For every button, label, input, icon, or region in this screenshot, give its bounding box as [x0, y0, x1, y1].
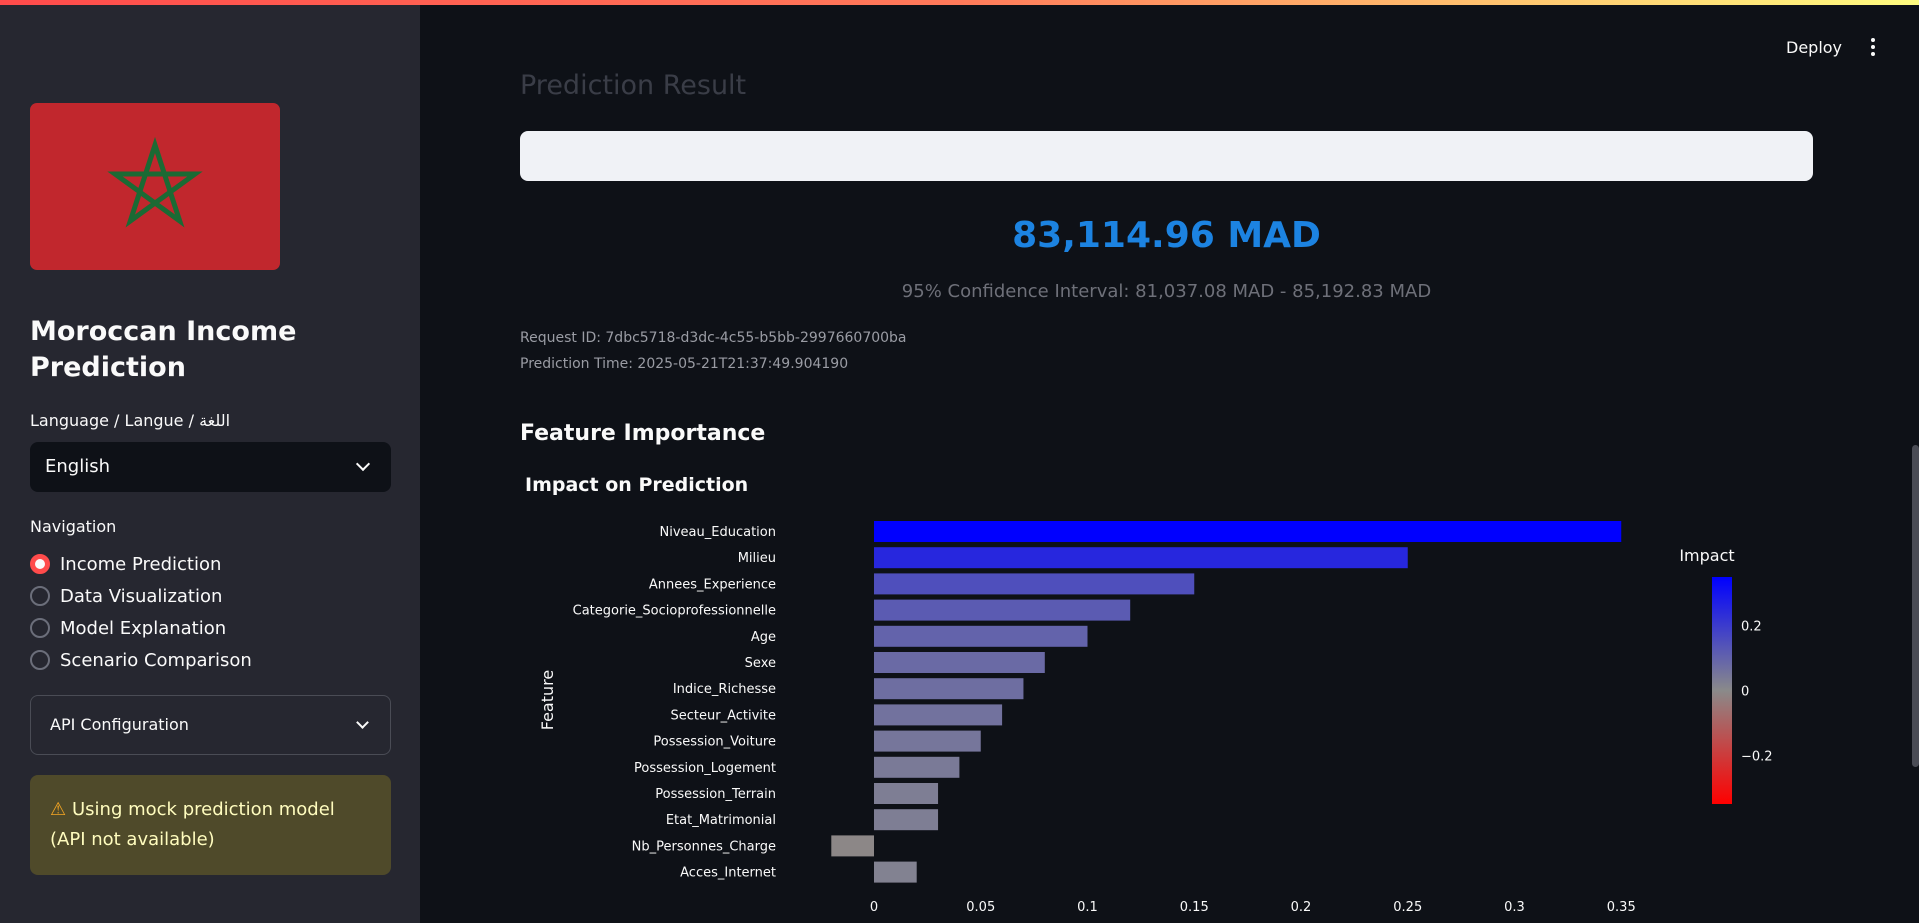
y-tick-label: Annees_Experience [649, 577, 776, 592]
radio-unselected-icon [30, 650, 50, 670]
nav-radio-label: Income Prediction [60, 553, 222, 575]
morocco-flag-image [30, 103, 280, 270]
y-tick-label: Possession_Logement [634, 761, 776, 776]
bar-milieu[interactable] [874, 547, 1408, 569]
y-tick-label: Age [751, 630, 776, 645]
bar-secteur-activite[interactable] [874, 704, 1003, 726]
navigation-label: Navigation [30, 517, 117, 536]
y-tick-label: Milieu [738, 551, 776, 566]
app-title: Moroccan Income Prediction [30, 316, 297, 383]
feature-importance-chart: Niveau_Education Milieu Annees_Experience C… [538, 521, 1773, 915]
bar-acces-internet[interactable] [874, 861, 917, 883]
top-decoration-bar [0, 0, 1919, 5]
y-tick-label: Etat_Matrimonial [666, 813, 776, 828]
language-label: Language / Langue / اللغة [30, 411, 231, 430]
prediction-result-box [520, 131, 1813, 181]
bar-niveau-education[interactable] [874, 521, 1622, 542]
x-tick-label: 0.05 [966, 900, 995, 915]
predicted-income-value: 83,114.96 MAD [1012, 215, 1321, 256]
radio-selected-icon [30, 554, 50, 574]
y-tick-label: Sexe [745, 656, 776, 671]
colorbar-title: Impact [1679, 546, 1734, 565]
x-tick-label: 0 [870, 900, 878, 915]
x-tick-label: 0.15 [1180, 900, 1209, 915]
nav-radio-scenario-comparison[interactable]: Scenario Comparison [30, 647, 252, 673]
request-id-text: Request ID: 7dbc5718-d3dc-4c55-b5bb-2997… [520, 330, 907, 346]
language-select[interactable]: English [30, 442, 391, 492]
x-tick-label: 0.1 [1077, 900, 1098, 915]
main-scrollbar[interactable] [1912, 445, 1919, 767]
radio-unselected-icon [30, 586, 50, 606]
bar-possession-logement[interactable] [874, 756, 960, 778]
prediction-result-heading: Prediction Result [520, 70, 747, 101]
bar-possession-voiture[interactable] [874, 730, 981, 752]
warning-icon: ⚠ [50, 799, 67, 820]
bar-nb-personnes-charge[interactable] [831, 835, 874, 857]
feature-importance-heading: Feature Importance [520, 421, 766, 446]
nav-radio-label: Data Visualization [60, 585, 223, 607]
chevron-down-icon [356, 716, 369, 729]
chart-title: Impact on Prediction [525, 474, 749, 496]
radio-unselected-icon [30, 618, 50, 638]
x-tick-label: 0.2 [1291, 900, 1312, 915]
sidebar: Moroccan Income Prediction Language / La… [0, 0, 420, 923]
bar-annees-experience[interactable] [874, 573, 1195, 595]
language-select-value: English [45, 456, 110, 477]
bar-indice-richesse[interactable] [874, 678, 1024, 700]
green-star-icon [107, 137, 203, 228]
colorbar [1712, 577, 1732, 804]
api-configuration-expander[interactable]: API Configuration [30, 695, 391, 755]
api-configuration-label: API Configuration [50, 715, 189, 734]
colorbar-tick-label: 0 [1741, 685, 1749, 700]
y-tick-label: Possession_Terrain [655, 787, 776, 802]
y-tick-label: Niveau_Education [660, 525, 776, 540]
x-tick-label: 0.3 [1504, 900, 1525, 915]
y-tick-label: Indice_Richesse [673, 682, 776, 697]
bar-age[interactable] [874, 625, 1088, 647]
nav-radio-label: Scenario Comparison [60, 649, 252, 671]
y-axis-label: Feature [538, 670, 557, 730]
bar-categorie-socioprofessionnelle[interactable] [874, 599, 1131, 621]
prediction-time-text: Prediction Time: 2025-05-21T21:37:49.904… [520, 356, 849, 372]
y-tick-label: Secteur_Activite [671, 708, 777, 723]
chevron-down-icon [355, 456, 371, 472]
colorbar-tick-label: 0.2 [1741, 620, 1762, 635]
nav-radio-model-explanation[interactable]: Model Explanation [30, 615, 226, 641]
y-tick-label: Categorie_Socioprofessionnelle [573, 604, 776, 619]
colorbar-tick-label: −0.2 [1741, 749, 1773, 764]
deploy-button[interactable]: Deploy [1786, 38, 1842, 57]
nav-radio-income-prediction[interactable]: Income Prediction [30, 551, 221, 577]
y-tick-label: Possession_Voiture [653, 735, 776, 750]
y-tick-label: Nb_Personnes_Charge [632, 839, 776, 854]
mock-model-warning: ⚠ Using mock prediction model (API not av… [30, 775, 391, 875]
confidence-interval-text: 95% Confidence Interval: 81,037.08 MAD -… [901, 281, 1432, 302]
x-tick-label: 0.25 [1393, 900, 1422, 915]
y-tick-label: Acces_Internet [680, 866, 776, 881]
warning-text: Using mock prediction model (API not ava… [50, 799, 335, 850]
nav-radio-data-visualization[interactable]: Data Visualization [30, 583, 222, 609]
nav-radio-label: Model Explanation [60, 617, 227, 639]
x-tick-label: 0.35 [1607, 900, 1636, 915]
bar-etat-matrimonial[interactable] [874, 809, 939, 831]
bar-sexe[interactable] [874, 652, 1045, 673]
main-menu-icon[interactable] [1871, 38, 1875, 56]
bar-possession-terrain[interactable] [874, 783, 939, 804]
